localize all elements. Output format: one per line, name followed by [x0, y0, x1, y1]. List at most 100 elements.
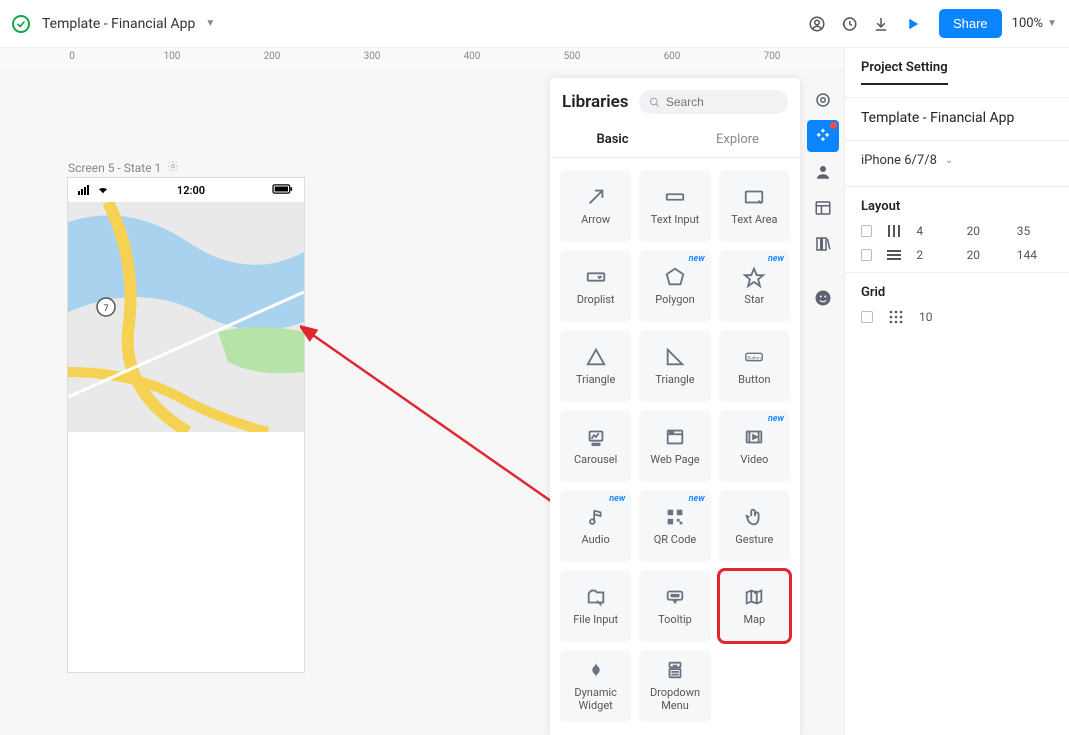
library-item-label: Video	[740, 454, 768, 467]
layout-value: 20	[967, 248, 1003, 262]
new-badge: new	[689, 494, 705, 504]
screen-label-text: Screen 5 - State 1	[68, 161, 161, 175]
device-name: iPhone 6/7/8	[861, 153, 937, 168]
layout-row-columns[interactable]: 4 20 35	[861, 224, 1053, 238]
library-item-map[interactable]: Map	[719, 570, 790, 642]
new-badge: new	[689, 254, 705, 264]
library-item-text-input[interactable]: Text Input	[639, 170, 710, 242]
chevron-down-icon: ⌄	[945, 155, 953, 166]
layout-value: 35	[1017, 224, 1053, 238]
library-item-audio[interactable]: Audio new	[560, 490, 631, 562]
phone-time: 12:00	[177, 184, 205, 197]
zoom-caret-icon: ▼	[1047, 18, 1057, 29]
checkbox[interactable]	[861, 249, 872, 261]
library-item-tooltip[interactable]: Tooltip	[639, 570, 710, 642]
ruler-tick: 400	[464, 51, 481, 62]
svg-text:Button: Button	[748, 355, 762, 361]
app-logo-icon	[12, 15, 30, 33]
library-item-label: Droplist	[577, 294, 615, 307]
library-item-label: Text Input	[651, 214, 700, 227]
library-item-label: Polygon	[655, 294, 694, 307]
ruler-tick: 500	[564, 51, 581, 62]
checkbox[interactable]	[861, 311, 873, 323]
library-item-dynamic-widget[interactable]: Dynamic Widget	[560, 650, 631, 722]
library-item-triangle[interactable]: Triangle	[639, 330, 710, 402]
map-preview[interactable]: 7	[68, 202, 304, 432]
ruler-tick: 0	[69, 51, 75, 62]
library-item-label: Dynamic Widget	[560, 687, 631, 712]
library-item-file-input[interactable]: File Input	[560, 570, 631, 642]
library-item-label: Tooltip	[658, 614, 692, 627]
library-item-label: Carousel	[574, 454, 617, 467]
tab-basic[interactable]: Basic	[550, 122, 675, 157]
library-item-star[interactable]: Starnew	[719, 250, 790, 322]
libraries-tabs: Basic Explore	[550, 122, 800, 157]
library-item-triangle[interactable]: Triangle	[560, 330, 631, 402]
layout-value: 20	[967, 224, 1003, 238]
document-title[interactable]: Template - Financial App	[42, 16, 195, 32]
library-item-label: File Input	[573, 614, 618, 627]
grid-heading: Grid	[861, 285, 1053, 300]
device-selector[interactable]: iPhone 6/7/8 ⌄	[861, 153, 1053, 168]
ruler-tick: 600	[664, 51, 681, 62]
library-item-gesture[interactable]: Gesture	[719, 490, 790, 562]
screen-label[interactable]: Screen 5 - State 1	[68, 160, 179, 175]
grid-row[interactable]: 10	[861, 310, 1053, 324]
phone-statusbar: 12:00	[68, 178, 304, 202]
library-item-label: Button	[738, 374, 770, 387]
screen-settings-gear-icon[interactable]	[167, 160, 179, 175]
account-icon[interactable]	[803, 15, 831, 33]
tool-layout-icon[interactable]	[807, 192, 839, 224]
new-badge: new	[609, 494, 625, 504]
library-item-label: Arrow	[581, 214, 610, 227]
zoom-value: 100%	[1012, 16, 1043, 31]
library-item-label: Triangle	[655, 374, 694, 387]
right-panel: Project Setting Template - Financial App…	[844, 48, 1069, 735]
ruler-tick: 100	[164, 51, 181, 62]
layout-value: 144	[1017, 248, 1053, 262]
library-item-web-page[interactable]: Web Page	[639, 410, 710, 482]
grid-value: 10	[919, 310, 959, 324]
history-icon[interactable]	[835, 15, 863, 33]
layout-value: 4	[916, 224, 952, 238]
download-icon[interactable]	[867, 15, 895, 33]
document-title-dropdown-icon[interactable]: ▼	[205, 18, 215, 29]
tool-components-icon[interactable]	[807, 120, 839, 152]
library-item-button[interactable]: Button Button	[719, 330, 790, 402]
play-icon[interactable]	[899, 15, 927, 33]
library-item-qr-code[interactable]: QR Code new	[639, 490, 710, 562]
library-item-label: Web Page	[650, 454, 699, 467]
library-item-label: Dropdown Menu	[639, 687, 710, 712]
library-item-label: QR Code	[654, 534, 697, 547]
ruler-tick: 200	[264, 51, 281, 62]
library-item-video[interactable]: Videonew	[719, 410, 790, 482]
libraries-panel: Libraries Basic Explore ArrowText InputT…	[550, 78, 800, 735]
checkbox[interactable]	[861, 225, 872, 237]
right-panel-tab[interactable]: Project Setting	[861, 60, 948, 85]
library-item-label: Map	[743, 614, 765, 627]
library-item-label: Audio	[581, 534, 609, 547]
tool-target-icon[interactable]	[807, 84, 839, 116]
library-item-dropdown-menu[interactable]: Dropdown Menu	[639, 650, 710, 722]
libraries-search[interactable]	[639, 90, 788, 114]
project-name: Template - Financial App	[861, 110, 1053, 126]
tool-emoji-icon[interactable]	[807, 282, 839, 314]
zoom-level[interactable]: 100% ▼	[1012, 16, 1057, 31]
library-item-carousel[interactable]: Carousel	[560, 410, 631, 482]
tool-books-icon[interactable]	[807, 228, 839, 260]
rows-icon	[886, 248, 902, 262]
library-item-text-area[interactable]: Text Area	[719, 170, 790, 242]
library-item-arrow[interactable]: Arrow	[560, 170, 631, 242]
new-badge: new	[768, 254, 784, 264]
search-icon	[649, 96, 660, 109]
ruler-tick: 300	[364, 51, 381, 62]
tool-person-icon[interactable]	[807, 156, 839, 188]
library-item-droplist[interactable]: Droplist	[560, 250, 631, 322]
share-button[interactable]: Share	[939, 9, 1002, 38]
libraries-search-input[interactable]	[666, 95, 778, 109]
library-item-polygon[interactable]: Polygon new	[639, 250, 710, 322]
tab-explore[interactable]: Explore	[675, 122, 800, 157]
layout-row-rows[interactable]: 2 20 144	[861, 248, 1053, 262]
phone-mockup[interactable]: 12:00 7	[68, 178, 304, 672]
toolstrip	[803, 78, 843, 314]
